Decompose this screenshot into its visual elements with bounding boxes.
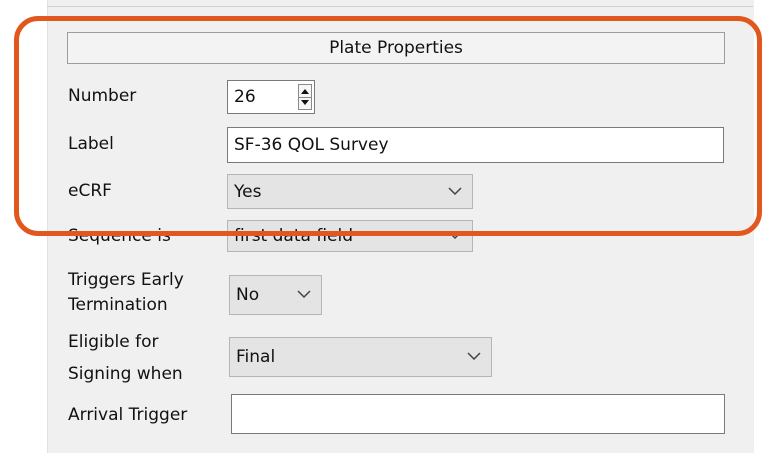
number-spin-buttons[interactable] bbox=[298, 84, 312, 110]
triggers-label-line1: Triggers Early bbox=[68, 270, 184, 290]
header-title: Plate Properties bbox=[329, 38, 463, 58]
label-field-label: Label bbox=[68, 134, 114, 154]
number-stepper[interactable]: 26 bbox=[227, 80, 315, 114]
eligible-label-line2: Signing when bbox=[68, 364, 183, 384]
plate-properties-header: Plate Properties bbox=[67, 32, 725, 64]
arrival-trigger-input[interactable] bbox=[231, 394, 725, 434]
arrival-label: Arrival Trigger bbox=[68, 405, 188, 425]
spin-down-icon[interactable] bbox=[299, 97, 311, 109]
chevron-down-icon bbox=[448, 186, 462, 195]
chevron-down-icon bbox=[448, 231, 462, 239]
triggers-selected-value: No bbox=[236, 285, 260, 305]
triggers-label-line2: Termination bbox=[68, 295, 168, 315]
triggers-select[interactable]: No bbox=[229, 275, 322, 315]
ecrf-selected-value: Yes bbox=[234, 181, 262, 202]
chevron-down-icon bbox=[297, 290, 311, 298]
number-label: Number bbox=[68, 86, 137, 106]
sequence-select[interactable]: first data field bbox=[227, 220, 473, 252]
sequence-label: Sequence is bbox=[68, 226, 171, 246]
sequence-selected-value: first data field bbox=[234, 226, 353, 246]
ecrf-label: eCRF bbox=[68, 181, 112, 201]
chevron-down-icon bbox=[467, 352, 481, 360]
number-value: 26 bbox=[234, 87, 256, 107]
label-input-value: SF-36 QOL Survey bbox=[234, 135, 389, 155]
eligible-label-line1: Eligible for bbox=[68, 332, 159, 352]
label-input[interactable]: SF-36 QOL Survey bbox=[227, 127, 724, 163]
ecrf-select[interactable]: Yes bbox=[227, 174, 473, 209]
eligible-selected-value: Final bbox=[236, 347, 276, 367]
eligible-select[interactable]: Final bbox=[229, 337, 492, 377]
top-divider bbox=[47, 6, 753, 7]
